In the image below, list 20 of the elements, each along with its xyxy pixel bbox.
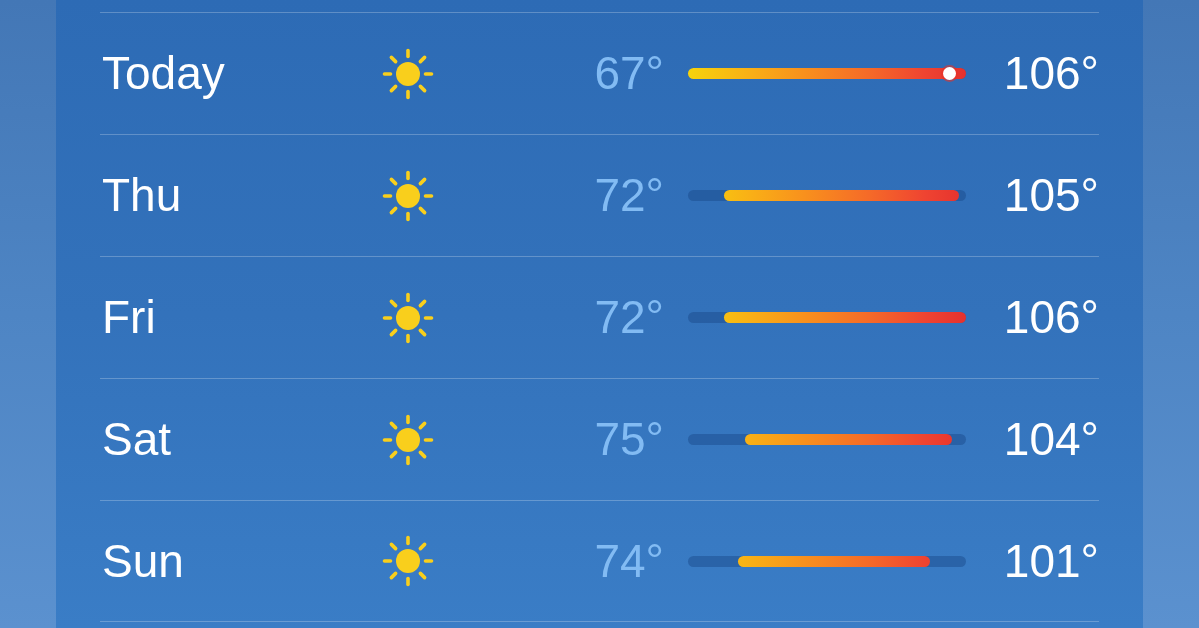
sun-icon (382, 169, 434, 222)
sun-icon (382, 413, 434, 466)
low-temperature: 72° (594, 169, 664, 222)
day-label: Thu (101, 169, 182, 222)
high-temperature: 106° (1003, 47, 1099, 100)
high-temperature: 105° (1003, 169, 1099, 222)
day-label: Sat (101, 413, 172, 466)
day-label: Sun (101, 534, 184, 588)
low-temperature: 67° (594, 47, 664, 100)
day-label: Fri (101, 291, 156, 344)
sun-icon (382, 291, 434, 344)
high-temperature: 104° (1003, 413, 1099, 466)
high-temperature: 106° (1003, 291, 1099, 344)
high-temperature: 101° (1003, 534, 1099, 588)
low-temperature: 72° (594, 291, 664, 344)
low-temperature: 74° (594, 534, 664, 588)
sun-icon (382, 47, 434, 100)
sun-icon (382, 535, 434, 587)
day-label: Today (101, 47, 225, 100)
low-temperature: 75° (594, 413, 664, 466)
